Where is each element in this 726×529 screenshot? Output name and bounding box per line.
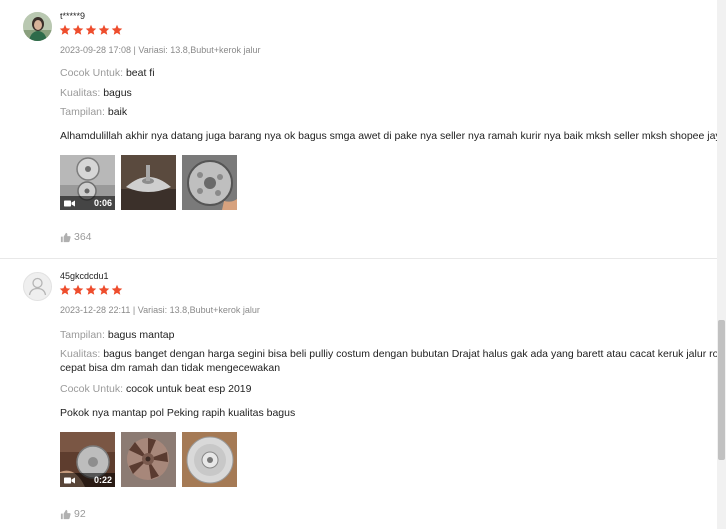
review-video-thumbnail[interactable]: 0:06 — [60, 155, 115, 210]
video-duration: 0:22 — [93, 475, 112, 485]
star-icon — [85, 284, 97, 296]
attribute-row: Cocok Untuk: beat fi — [60, 67, 155, 79]
attribute-row: Tampilan: bagus mantap — [60, 329, 174, 341]
star-icon — [98, 24, 110, 36]
review-username: t*****9 — [60, 11, 86, 21]
review-image-thumbnail[interactable] — [121, 155, 176, 210]
attribute-value: bagus — [103, 87, 132, 99]
review-meta: 2023-12-28 22:11 | Variasi: 13.8,Bubut+k… — [60, 305, 260, 315]
star-icon — [98, 284, 110, 296]
attribute-key: Cocok Untuk: — [60, 67, 124, 79]
rating-stars — [59, 284, 123, 296]
review-item: 45gkcdcdu1 2023-12-28 22:11 | Variasi: 1… — [0, 260, 721, 529]
default-user-icon — [28, 277, 47, 296]
scrollbar-thumb[interactable] — [718, 320, 725, 460]
review-comment: Pokok nya mantap pol Peking rapih kualit… — [60, 407, 296, 419]
star-icon — [72, 24, 84, 36]
attribute-value: cocok untuk beat esp 2019 — [125, 383, 252, 395]
review-item: t*****9 2023-09-28 17:08 | Variasi: 13.8… — [0, 0, 726, 259]
thumbs-up-icon — [60, 509, 71, 520]
vertical-scrollbar[interactable] — [717, 0, 726, 529]
like-button[interactable]: 92 — [60, 508, 86, 520]
review-username: 45gkcdcdu1 — [60, 271, 109, 281]
review-image-thumbnail[interactable] — [121, 432, 176, 487]
attribute-key: Tampilan: — [60, 329, 105, 341]
like-count: 92 — [74, 508, 86, 520]
thumbs-up-icon — [60, 232, 71, 243]
like-button[interactable]: 364 — [60, 231, 92, 243]
star-icon — [59, 24, 71, 36]
attribute-row: Kualitas: bagus banget dengan harga segi… — [60, 348, 721, 374]
review-image-thumbnail[interactable] — [182, 155, 237, 210]
attribute-key: Kualitas: — [60, 348, 101, 360]
rating-stars — [59, 24, 123, 36]
attribute-key: Kualitas: — [60, 87, 101, 99]
star-icon — [111, 24, 123, 36]
review-media: 0:22 — [60, 432, 237, 487]
attribute-key: Cocok Untuk: — [60, 383, 124, 395]
attribute-key: Tampilan: — [60, 106, 105, 118]
star-icon — [85, 24, 97, 36]
attribute-value: bagus banget dengan harga segini bisa be… — [103, 348, 721, 360]
attribute-value: bagus mantap — [107, 329, 175, 341]
video-duration-bar: 0:06 — [60, 196, 115, 210]
review-meta: 2023-09-28 17:08 | Variasi: 13.8,Bubut+k… — [60, 45, 261, 55]
review-image-thumbnail[interactable] — [182, 432, 237, 487]
user-avatar[interactable] — [23, 272, 52, 301]
video-camera-icon — [64, 200, 75, 207]
like-count: 364 — [74, 231, 92, 243]
attribute-value: beat fi — [125, 67, 155, 79]
video-duration-bar: 0:22 — [60, 473, 115, 487]
star-icon — [59, 284, 71, 296]
user-avatar[interactable] — [23, 12, 52, 41]
attribute-value-continuation: cepat bisa dm ramah dan tidak mengecewak… — [60, 362, 281, 374]
attribute-row: Kualitas: bagus — [60, 87, 132, 99]
review-comment: Alhamdulillah akhir nya datang juga bara… — [60, 130, 726, 142]
review-video-thumbnail[interactable]: 0:22 — [60, 432, 115, 487]
attribute-value: baik — [107, 106, 128, 118]
star-icon — [111, 284, 123, 296]
video-duration: 0:06 — [93, 198, 112, 208]
review-media: 0:06 — [60, 155, 237, 210]
attribute-row: Cocok Untuk: cocok untuk beat esp 2019 — [60, 383, 251, 395]
attribute-row: Tampilan: baik — [60, 106, 127, 118]
star-icon — [72, 284, 84, 296]
video-camera-icon — [64, 477, 75, 484]
